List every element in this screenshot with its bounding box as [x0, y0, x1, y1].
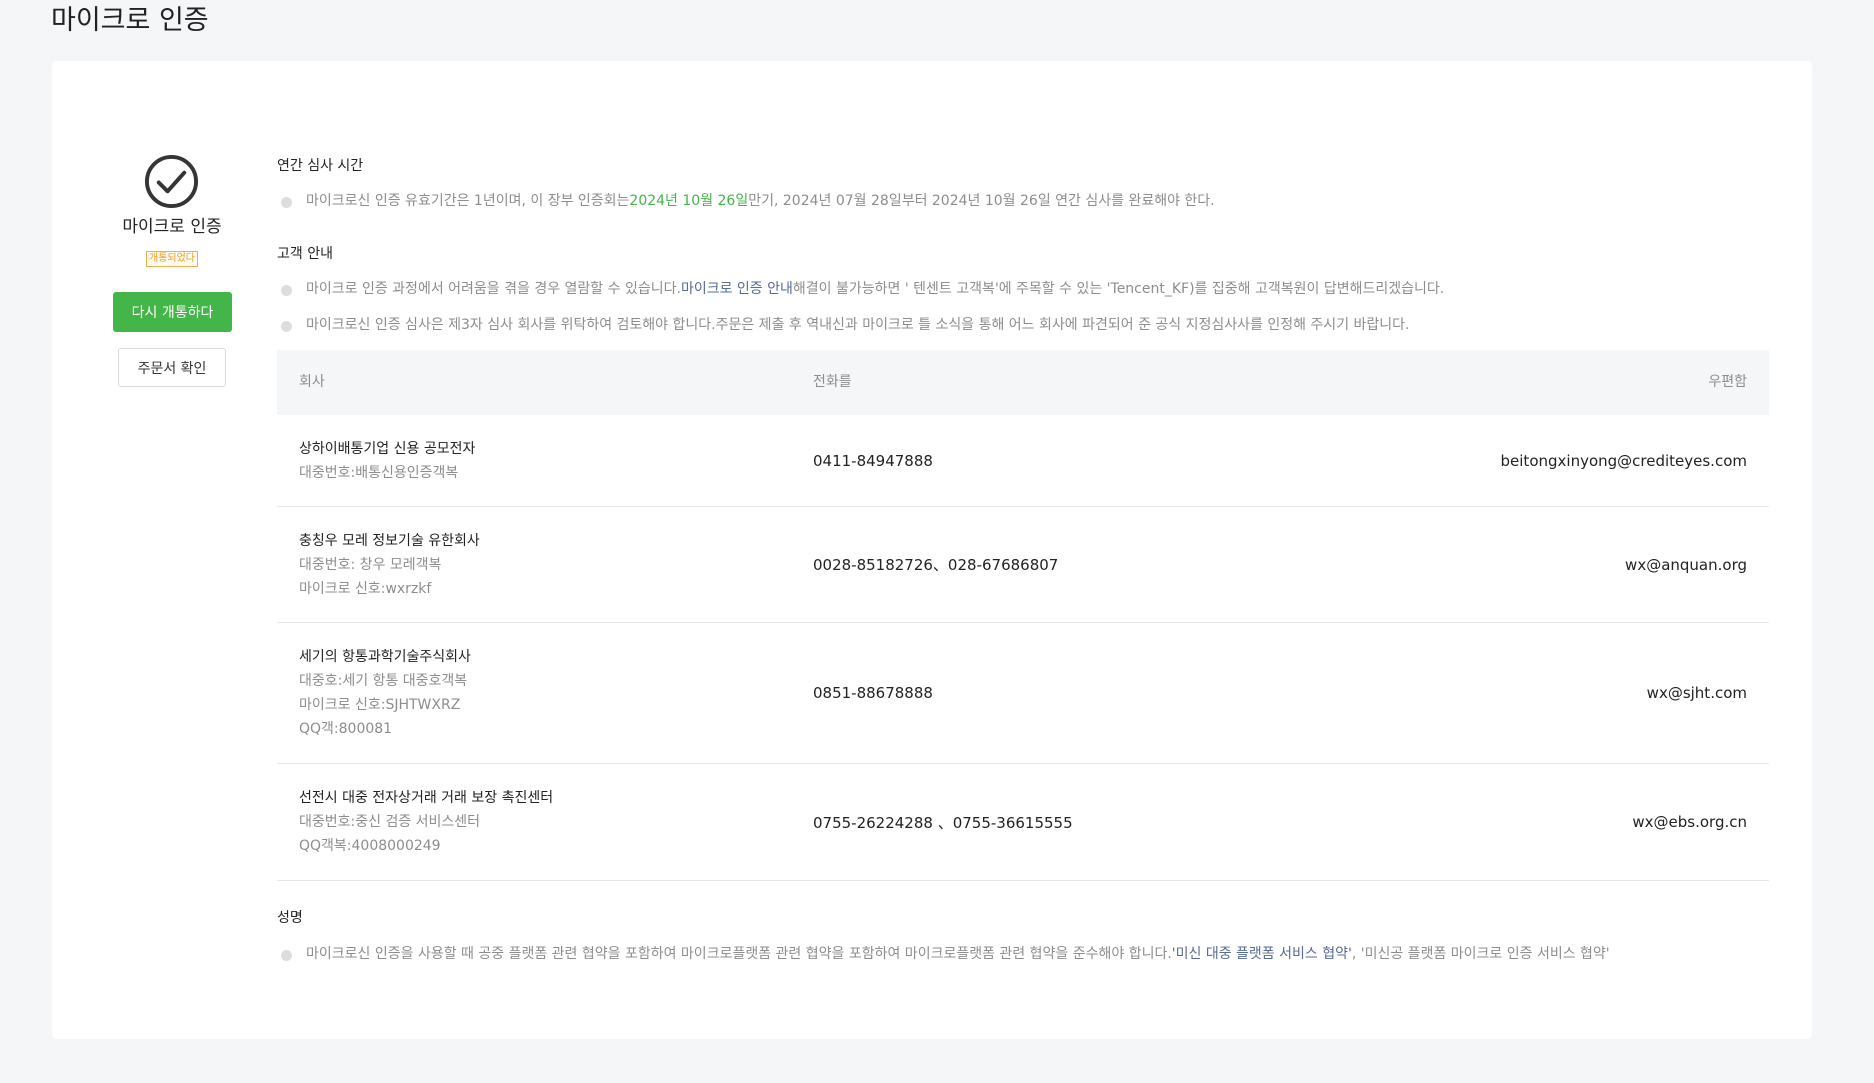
service-agreement-link[interactable]: '미신 대중 플랫폼 서비스 협약'	[1172, 946, 1352, 962]
table-header: 회사 전화를 우편함	[277, 350, 1769, 415]
statement-text: 마이크로신 인증을 사용할 때 공중 플랫폼 관련 협약을 포함하여 마이크로플…	[277, 944, 1769, 964]
company-name: 상하이배통기업 신용 공모전자	[299, 441, 476, 457]
page-title: 마이크로 인증	[51, 5, 209, 36]
table-row: 상하이배통기업 신용 공모전자 대중번호:배통신용인증객복 0411-84947…	[277, 415, 1769, 507]
table-row: 선전시 대중 전자상거래 거래 보장 촉진센터 대중번호:중신 검증 서비스센터…	[277, 764, 1769, 881]
company-name: 세기의 항통과학기술주식회사	[299, 649, 471, 665]
table-row: 세기의 항통과학기술주식회사 대중호:세기 항통 대중호객복 마이크로 신호:S…	[277, 623, 1769, 764]
customer-guide-title: 고객 안내	[277, 246, 333, 262]
company-email: wx@anquan.org	[1625, 555, 1747, 574]
reopen-button[interactable]: 다시 개통하다	[113, 292, 232, 332]
company-phone: 0851-88678888	[813, 684, 933, 702]
audit-companies-table: 회사 전화를 우편함 상하이배통기업 신용 공모전자 대중번호:배통신용인증객복…	[277, 350, 1769, 881]
company-detail: 마이크로 신호:wxrzkf	[299, 581, 432, 597]
company-phone: 0755-26224288 、0755-36615555	[813, 813, 1073, 832]
annual-review-title: 연간 심사 시간	[277, 158, 364, 174]
expiry-date: 2024년 10월 26일	[629, 193, 749, 209]
company-detail: 대중번호:중신 검증 서비스센터	[299, 814, 481, 830]
company-phone: 0411-84947888	[813, 451, 933, 470]
statement-title: 성명	[277, 910, 303, 926]
company-detail: 대중호:세기 항통 대중호객복	[299, 673, 468, 689]
header-phone: 전화를	[813, 374, 852, 390]
certification-card: 마이크로 인증 개통되었다 다시 개통하다 주문서 확인 연간 심사 시간 마이…	[52, 61, 1812, 1039]
company-detail: 마이크로 신호:SJHTWXRZ	[299, 697, 461, 713]
company-email: wx@sjht.com	[1646, 684, 1747, 702]
company-detail: QQ객복:4008000249	[299, 838, 441, 854]
company-detail: QQ객:800081	[299, 721, 393, 737]
header-company: 회사	[299, 374, 325, 390]
customer-guide-item: 마이크로 인증 과정에서 어려움을 겪을 경우 열람할 수 있습니다.마이크로 …	[277, 279, 1769, 299]
annual-review-text: 마이크로신 인증 유효기간은 1년이며, 이 장부 인증회는2024년 10월 …	[277, 191, 1769, 211]
table-row: 충칭우 모레 정보기술 유한회사 대중번호: 창우 모레객복 마이크로 신호:w…	[277, 507, 1769, 623]
company-detail: 대중번호: 창우 모레객복	[299, 557, 442, 573]
company-name: 선전시 대중 전자상거래 거래 보장 촉진센터	[299, 790, 554, 806]
auth-guide-link[interactable]: 마이크로 인증 안내	[681, 281, 793, 297]
header-email: 우편함	[1708, 374, 1747, 390]
company-email: wx@ebs.org.cn	[1632, 813, 1747, 831]
view-order-button[interactable]: 주문서 확인	[118, 348, 226, 387]
company-phone: 0028-85182726、028-67686807	[813, 556, 1059, 574]
auth-title: 마이크로 인증	[122, 217, 222, 237]
company-detail: 대중번호:배통신용인증객복	[299, 465, 459, 481]
customer-guide-item: 마이크로신 인증 심사은 제3자 심사 회사를 위탁하여 검토해야 합니다.주문…	[277, 315, 1769, 335]
company-name: 충칭우 모레 정보기술 유한회사	[299, 533, 480, 549]
check-circle-icon	[144, 154, 199, 209]
company-email: beitongxinyong@crediteyes.com	[1500, 451, 1747, 470]
status-badge: 개통되었다	[146, 251, 198, 267]
